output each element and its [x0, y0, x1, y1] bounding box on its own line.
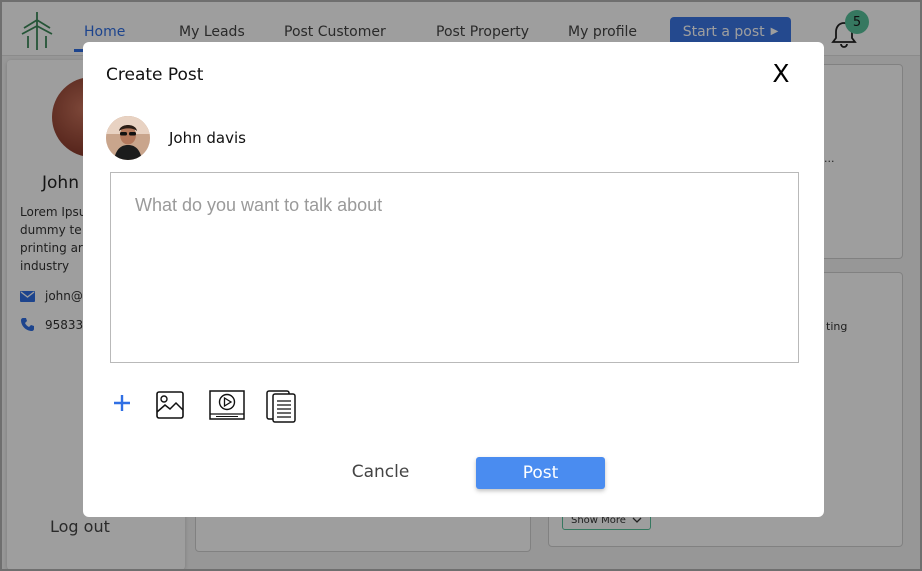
cancel-button[interactable]: Cancle — [313, 456, 448, 488]
post-text-input[interactable] — [110, 172, 799, 363]
add-icon[interactable] — [112, 393, 132, 413]
create-post-modal: Create Post X John davis What do you wan… — [83, 42, 824, 517]
author-avatar — [106, 116, 150, 160]
author-photo — [106, 116, 150, 160]
author-name: John davis — [169, 129, 246, 147]
image-icon[interactable] — [155, 390, 185, 420]
post-button[interactable]: Post — [476, 457, 605, 489]
document-icon[interactable] — [265, 387, 299, 423]
video-icon[interactable] — [209, 390, 245, 420]
close-button[interactable]: X — [769, 60, 793, 88]
app-window: Home My Leads Post Customer Post Propert… — [0, 0, 922, 571]
modal-title: Create Post — [106, 65, 204, 85]
